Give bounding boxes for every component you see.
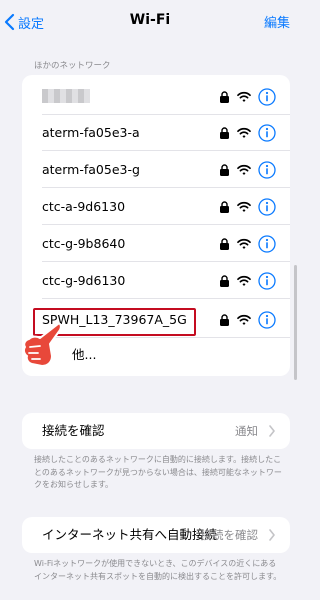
other-network-label: 他... [72,347,97,362]
wifi-icon [237,91,251,102]
section-header-other-networks: ほかのネットワーク [34,61,111,71]
info-icon[interactable] [258,124,276,142]
wifi-icon [237,164,251,175]
wifi-icon [237,275,251,286]
ask-to-join-value: 通知 [235,424,258,438]
network-row[interactable] [22,79,290,115]
wifi-icon [237,314,251,325]
auto-join-hotspot-row[interactable]: インターネット共有へ自動接続 接続を確認 [22,517,290,553]
network-row[interactable]: ctc-a-9d6130 [22,189,290,225]
ask-to-join-footnote: 接続したことのあるネットワークに自動的に接続します。接続したことのあるネットワー… [34,455,282,489]
lock-icon [220,314,229,326]
lock-icon [220,164,229,176]
page-title: Wi-Fi [129,12,171,28]
lock-icon [220,201,229,213]
wifi-icon [237,238,251,249]
network-row[interactable]: aterm-fa05e3-a [22,115,290,151]
network-name: aterm-fa05e3-a [42,125,140,140]
info-icon[interactable] [258,88,276,106]
network-name: ctc-g-9b8640 [42,236,126,251]
lock-icon [220,91,229,103]
info-icon[interactable] [258,311,276,329]
network-row[interactable]: ctc-g-9d6130 [22,263,290,299]
network-name: aterm-fa05e3-g [42,162,140,177]
navigation-bar: 設定 Wi-Fi 編集 [0,0,300,44]
blurred-network-name [42,89,90,103]
chevron-right-icon [269,529,275,541]
other-network-button[interactable]: 他... [22,338,290,372]
auto-join-hotspot-label: インターネット共有へ自動接続 [42,527,218,542]
pointing-hand-icon [22,322,62,367]
lock-icon [220,127,229,139]
lock-icon [220,275,229,287]
info-icon[interactable] [258,235,276,253]
network-name: ctc-a-9d6130 [42,199,126,214]
ask-to-join-label: 接続を確認 [42,423,105,438]
network-name: ctc-g-9d6130 [42,273,126,288]
info-icon[interactable] [258,198,276,216]
network-row[interactable]: ctc-g-9b8640 [22,226,290,262]
wifi-icon [237,201,251,212]
lock-icon [220,238,229,250]
chevron-right-icon [269,425,275,437]
wifi-icon [237,127,251,138]
auto-join-hotspot-value: 接続を確認 [200,528,259,542]
scrollbar[interactable] [294,265,297,380]
network-row[interactable]: aterm-fa05e3-g [22,152,290,188]
auto-join-hotspot-footnote: Wi-Fiネットワークが使用できないとき、このデバイスの近くにあるインターネット… [34,559,282,581]
ask-to-join-row[interactable]: 接続を確認 通知 [22,413,290,449]
info-icon[interactable] [258,161,276,179]
edit-button[interactable]: 編集 [264,12,290,31]
info-icon[interactable] [258,272,276,290]
